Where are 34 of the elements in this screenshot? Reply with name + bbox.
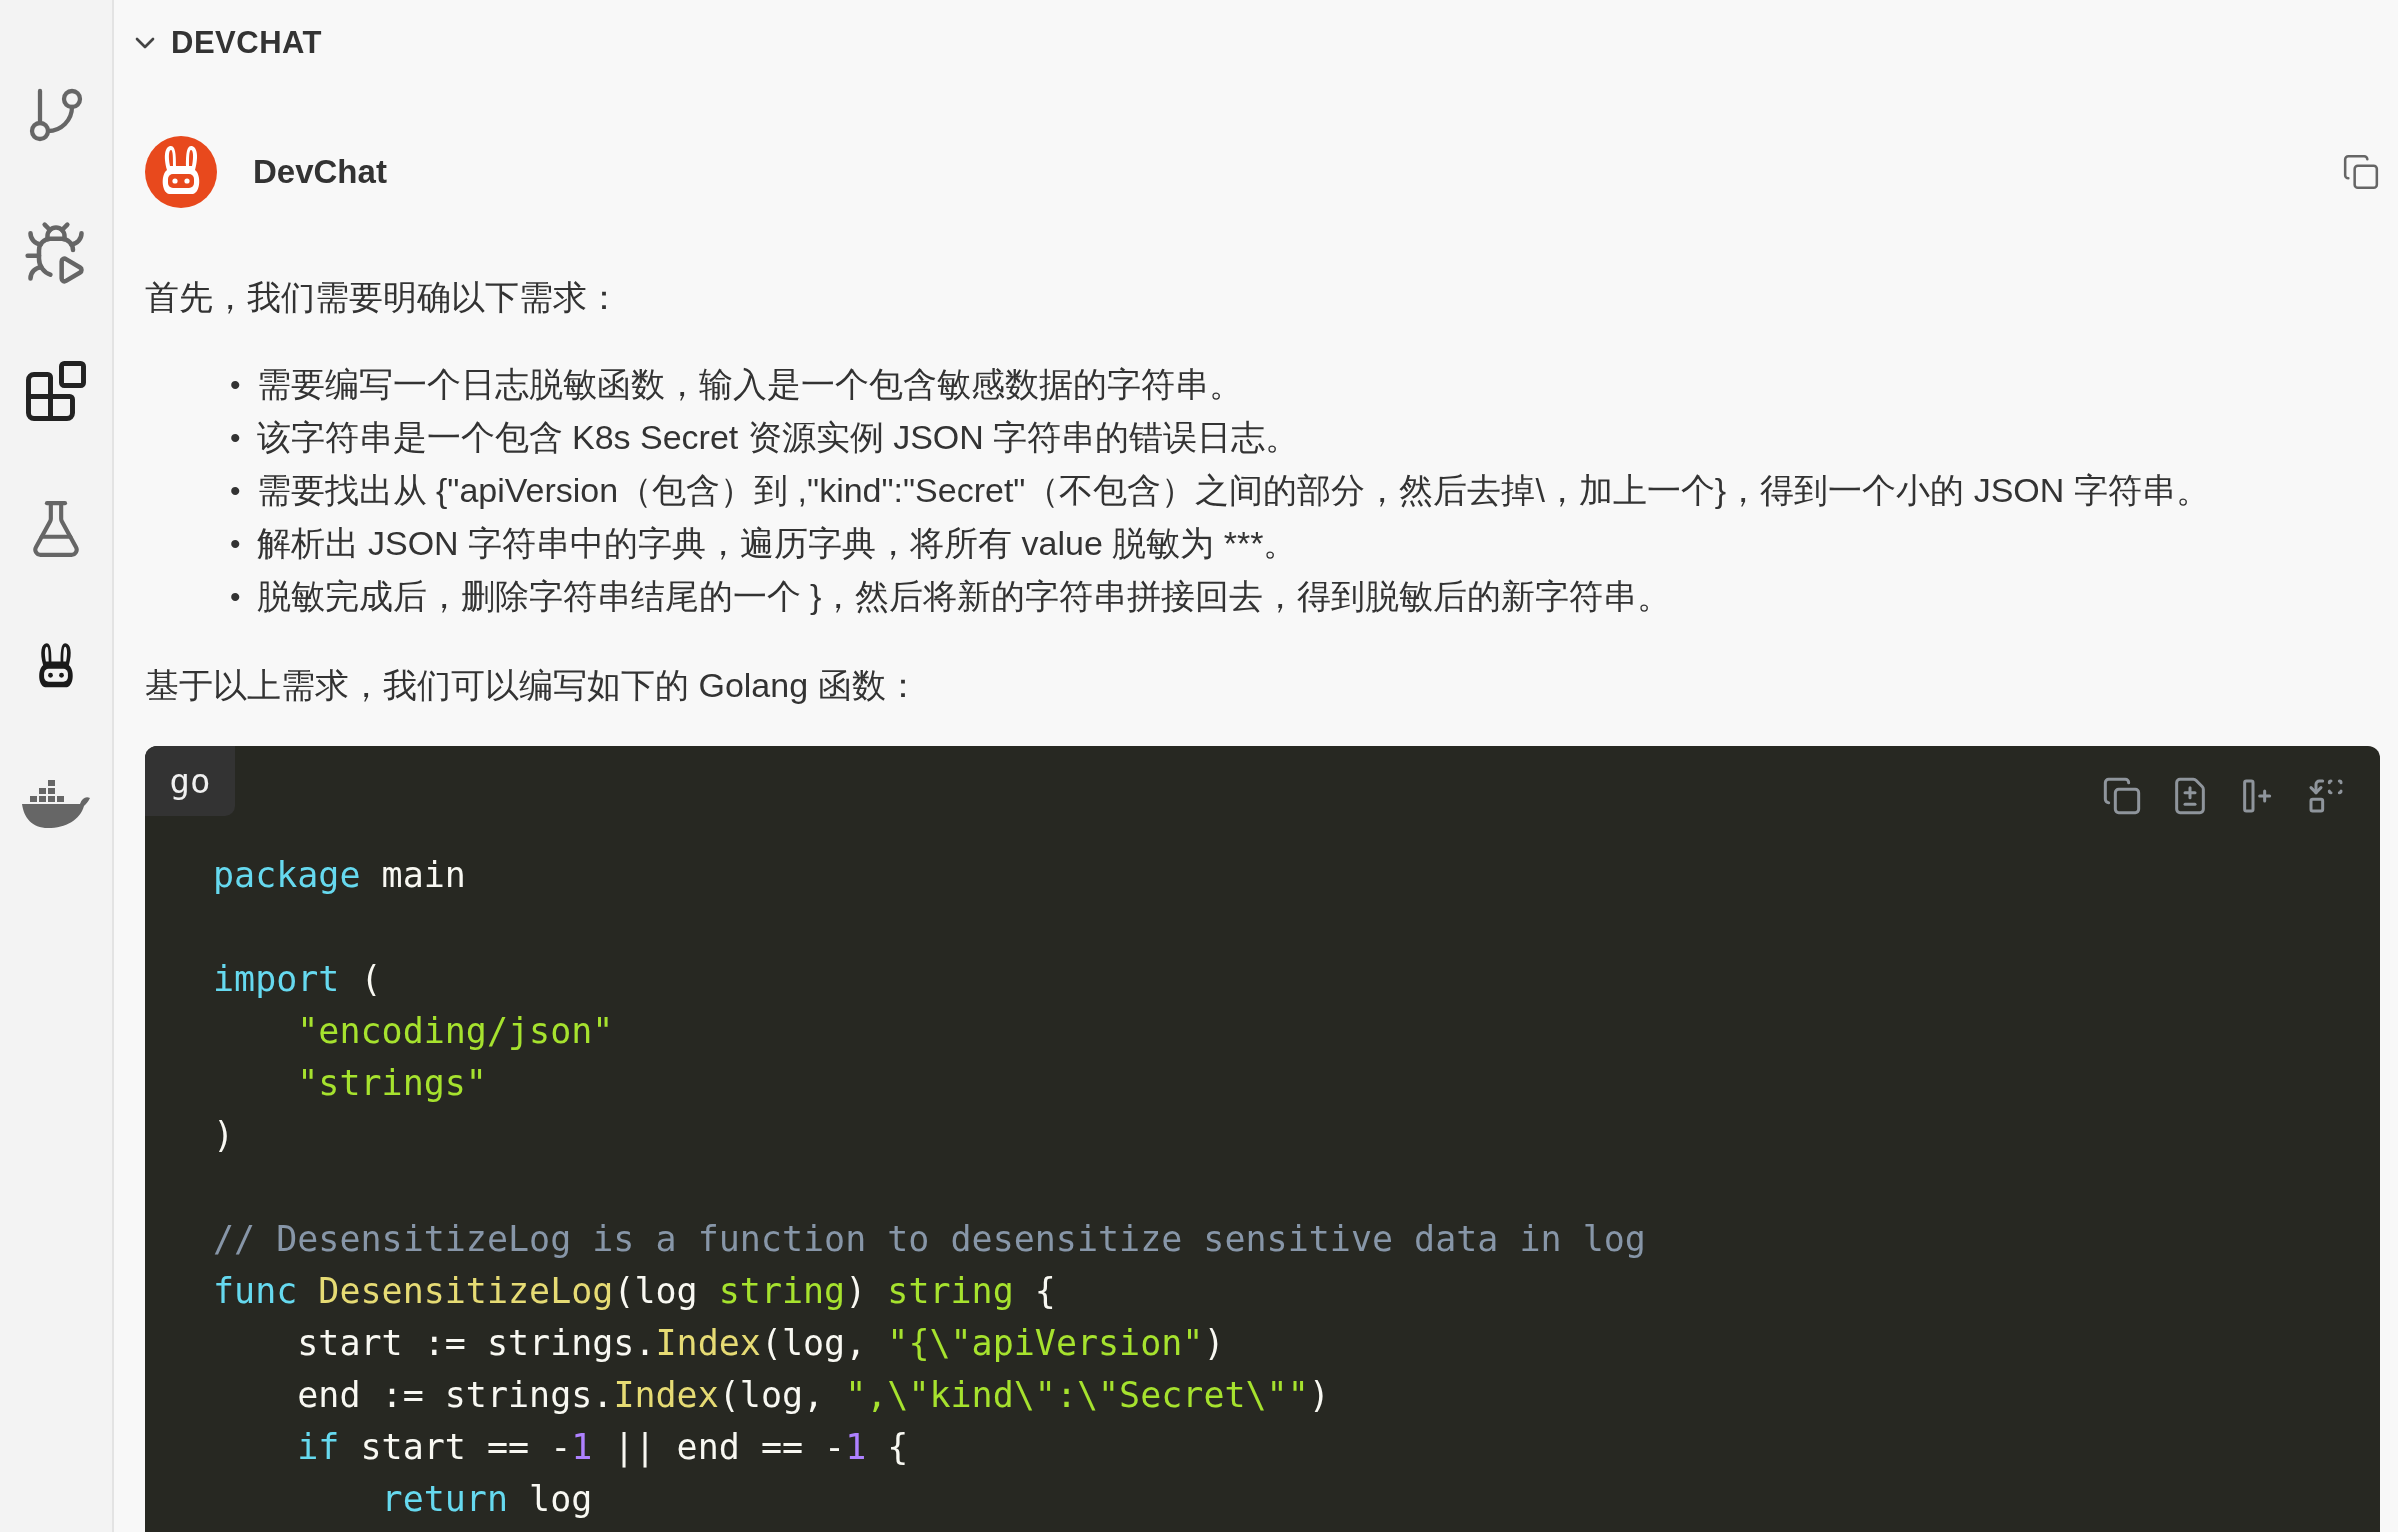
code-line: return log <box>380 1478 594 1521</box>
list-item: 脱敏完成后，删除字符串结尾的一个 }，然后将新的字符串拼接回去，得到脱敏后的新字符串。 <box>256 576 1672 617</box>
code-line: import ( <box>213 958 383 1001</box>
language-label: go <box>145 746 235 816</box>
code-line: func DesensitizeLog(log string) string { <box>213 1270 1057 1313</box>
bullet-marker: • <box>230 526 241 562</box>
list-item: 需要找出从 {"apiVersion（包含）到 ,"kind":"Secret"（不包含）之间的部分，然后去掉\，加上一个}，得到一个小的 JSON 字符串。 <box>256 470 2210 511</box>
message-text: 基于以上需求，我们可以编写如下的 Golang 函数： <box>145 665 921 706</box>
blocks-icon <box>23 358 89 424</box>
code-line: "strings" <box>296 1062 488 1105</box>
message-text: 首先，我们需要明确以下需求： <box>145 277 622 318</box>
list-item: 需要编写一个日志脱敏函数，输入是一个包含敏感数据的字符串。 <box>256 364 1243 405</box>
section-header[interactable]: DEVCHAT <box>129 0 323 86</box>
bullet-marker: • <box>230 473 241 509</box>
avatar-icon <box>145 136 217 208</box>
section-title: DEVCHAT <box>171 25 323 61</box>
author-name: DevChat <box>253 153 388 191</box>
code-line: end := strings.Index(log, ",\"kind\":\"Secret\"") <box>296 1374 1331 1417</box>
list-item: 解析出 JSON 字符串中的字典，遍历字典，将所有 value 脱敏为 ***。 <box>256 523 1298 564</box>
copy-button[interactable] <box>2342 153 2380 191</box>
code-line: // DesensitizeLog is a function to desensitize sensitive data in log <box>213 1218 1647 1261</box>
code-line: ) <box>213 1114 236 1157</box>
code-line: package main <box>213 854 467 897</box>
code-line: if start == -1 || end == -1 { <box>296 1426 910 1470</box>
copy-icon <box>2102 776 2142 816</box>
copy-code-button[interactable] <box>2102 776 2142 816</box>
code-line: "encoding/json" <box>296 1010 615 1053</box>
whale-icon <box>20 780 92 830</box>
code-line: start := strings.Index(log, "{\"apiVersion") <box>296 1322 1226 1365</box>
bullet-marker: • <box>230 420 241 456</box>
bullet-marker: • <box>230 579 241 615</box>
list-item: 该字符串是一个包含 K8s Secret 资源实例 JSON 字符串的错误日志。 <box>256 417 1300 458</box>
copy-icon <box>2342 153 2380 191</box>
bullet-marker: • <box>230 367 241 403</box>
